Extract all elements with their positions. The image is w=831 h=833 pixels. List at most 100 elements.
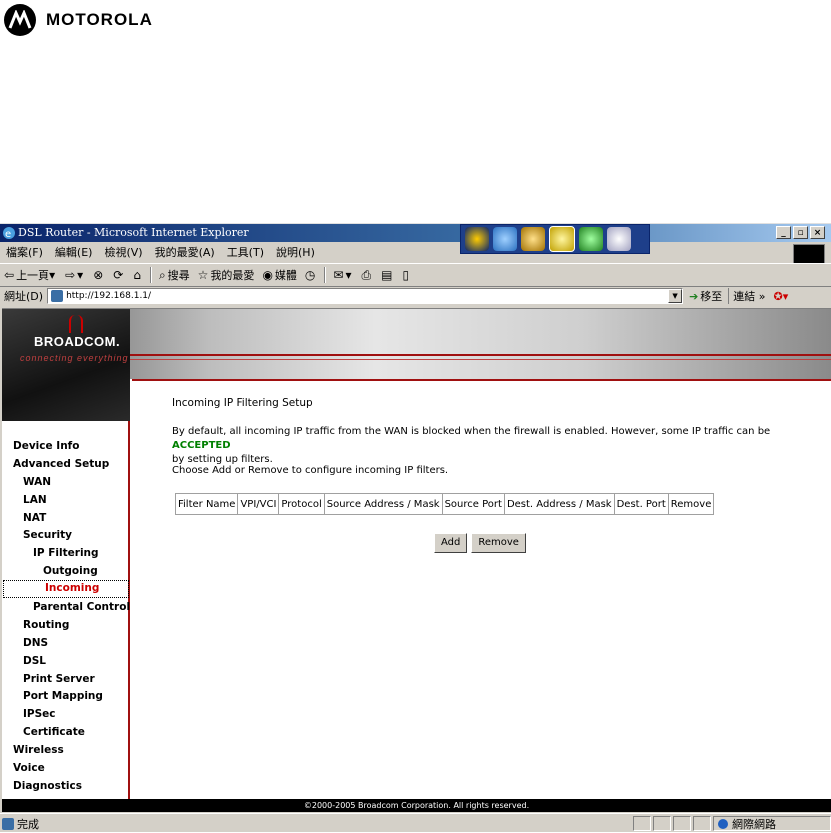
page-done-icon [2, 817, 14, 830]
pen-icon[interactable] [579, 227, 603, 251]
nav-menu: Device Info Advanced Setup WAN LAN NAT S… [2, 437, 130, 795]
col-remove: Remove [667, 493, 715, 515]
print-button[interactable]: ⎙ [358, 268, 378, 283]
home-icon: ⌂ [133, 268, 141, 282]
col-filter-name: Filter Name [174, 493, 239, 515]
menu-file[interactable]: 檔案(F) [0, 244, 49, 260]
status-pane [653, 816, 671, 831]
instruction-text: Choose Add or Remove to configure incomi… [172, 465, 449, 476]
history-button[interactable]: ◷ [301, 268, 321, 282]
windows-logo-icon [793, 244, 825, 264]
refresh-button[interactable]: ⟳ [109, 268, 129, 282]
main-content: Incoming IP Filtering Setup By default, … [132, 379, 831, 800]
toolbar-separator [324, 267, 327, 283]
status-pane [633, 816, 651, 831]
history-icon: ◷ [304, 268, 316, 282]
forward-arrow-icon: ⇨ [65, 268, 76, 282]
edit-icon: ▤ [381, 268, 393, 282]
address-dropdown-icon[interactable]: ▼ [668, 289, 683, 303]
nav-device-info[interactable]: Device Info [2, 437, 130, 455]
minimize-button[interactable]: _ [776, 226, 791, 239]
motorola-logo-icon [4, 4, 36, 36]
nav-dsl[interactable]: DSL [2, 652, 130, 670]
accepted-keyword: ACCEPTED [172, 440, 231, 451]
forward-button[interactable]: ⇨ ▾ [61, 268, 89, 282]
dropdown-icon: ▾ [345, 268, 352, 282]
nav-certificate[interactable]: Certificate [2, 723, 130, 741]
banner-stripe [130, 359, 831, 360]
zone-label: 網際網路 [732, 817, 776, 831]
nav-ipsec[interactable]: IPSec [2, 705, 130, 723]
ie-launch-icon[interactable] [493, 227, 517, 251]
close-button[interactable]: × [810, 226, 825, 239]
favorites-icon: ☆ [197, 268, 209, 282]
nav-ip-filtering[interactable]: IP Filtering [2, 544, 130, 562]
media-button[interactable]: ◉ 媒體 [258, 267, 300, 283]
copyright-footer: ©2000-2005 Broadcom Corporation. All rig… [2, 799, 831, 812]
nav-port-mapping[interactable]: Port Mapping [2, 687, 130, 705]
nav-voice[interactable]: Voice [2, 759, 130, 777]
toolbar-separator [149, 267, 152, 283]
media-player-icon[interactable] [465, 227, 489, 251]
media-icon: ◉ [262, 268, 273, 282]
banner-left-art: BROADCOM. connecting everything [2, 309, 130, 421]
nav-diagnostics[interactable]: Diagnostics [2, 777, 130, 795]
toolbar: ⇦ 上一頁 ▾ ⇨ ▾ ⊗ ⟳ ⌂ ⌕ 搜尋 ☆ 我的最愛 ◉ 媒體 ◷ ✉ ▾ ⎙ ▤ ▯ [0, 263, 831, 287]
nav-outgoing[interactable]: Outgoing [2, 562, 130, 580]
status-text: 完成 [17, 817, 39, 831]
nav-incoming[interactable]: Incoming [3, 580, 129, 599]
nav-wireless[interactable]: Wireless [2, 741, 130, 759]
incoming-filter-table: Filter Name VPI/VCI Protocol Source Addr… [174, 493, 715, 515]
favorites-button[interactable]: ☆ 我的最愛 [194, 267, 259, 283]
go-arrow-icon: ➔ [689, 289, 699, 303]
links-label: 連結 [733, 290, 756, 303]
extra-tool-icon[interactable]: ✪▾ [774, 290, 789, 303]
nav-parental-control[interactable]: Parental Control [2, 598, 130, 616]
links-button[interactable]: 連結 » [728, 288, 769, 304]
address-url: http://192.168.1.1/ [66, 291, 152, 301]
print-icon: ⎙ [361, 267, 372, 282]
nav-security[interactable]: Security [2, 526, 130, 544]
stop-icon: ⊗ [93, 268, 104, 282]
col-protocol: Protocol [278, 493, 325, 515]
edit-button[interactable]: ▤ [377, 268, 398, 282]
stop-button[interactable]: ⊗ [89, 268, 109, 282]
menu-tools[interactable]: 工具(T) [221, 244, 270, 260]
dropdown-icon: ▾ [77, 268, 84, 282]
nav-dns[interactable]: DNS [2, 634, 130, 652]
nav-lan[interactable]: LAN [2, 491, 130, 509]
nav-routing[interactable]: Routing [2, 616, 130, 634]
back-button[interactable]: ⇦ 上一頁 ▾ [0, 267, 61, 283]
menu-help[interactable]: 說明(H) [270, 244, 321, 260]
maximize-button[interactable]: ▫ [793, 226, 808, 239]
mail-icon: ✉ [333, 268, 344, 282]
paper-icon[interactable] [607, 227, 631, 251]
notes-icon[interactable] [549, 226, 575, 252]
discuss-button[interactable]: ▯ [398, 268, 415, 282]
home-button[interactable]: ⌂ [129, 268, 147, 282]
search-icon: ⌕ [158, 267, 166, 282]
motorola-header: MOTOROLA [4, 2, 153, 38]
back-arrow-icon: ⇦ [4, 268, 15, 282]
go-button[interactable]: ➔ 移至 [683, 288, 728, 304]
remove-button[interactable]: Remove [471, 533, 526, 553]
menu-favorites[interactable]: 我的最愛(A) [149, 244, 221, 260]
page-viewport: BROADCOM. connecting everything Device I… [2, 308, 831, 800]
search-button[interactable]: ⌕ 搜尋 [155, 267, 194, 283]
status-pane [693, 816, 711, 831]
broadcom-logo: BROADCOM. [34, 334, 121, 349]
menu-bar: 檔案(F) 編輯(E) 檢視(V) 我的最愛(A) 工具(T) 說明(H) [0, 243, 831, 261]
nav-wan[interactable]: WAN [2, 473, 130, 491]
nav-advanced-setup[interactable]: Advanced Setup [2, 455, 130, 473]
col-dest-address: Dest. Address / Mask [503, 493, 615, 515]
menu-view[interactable]: 檢視(V) [98, 244, 148, 260]
network-icon[interactable] [521, 227, 545, 251]
nav-print-server[interactable]: Print Server [2, 670, 130, 688]
title-bar: e DSL Router - Microsoft Internet Explor… [0, 224, 831, 254]
add-button[interactable]: Add [434, 533, 468, 553]
nav-nat[interactable]: NAT [2, 509, 130, 527]
status-bar: 完成 網際網路 [0, 813, 831, 833]
menu-edit[interactable]: 編輯(E) [49, 244, 99, 260]
mail-button[interactable]: ✉ ▾ [329, 268, 357, 282]
address-input[interactable]: http://192.168.1.1/ ▼ [47, 288, 684, 304]
